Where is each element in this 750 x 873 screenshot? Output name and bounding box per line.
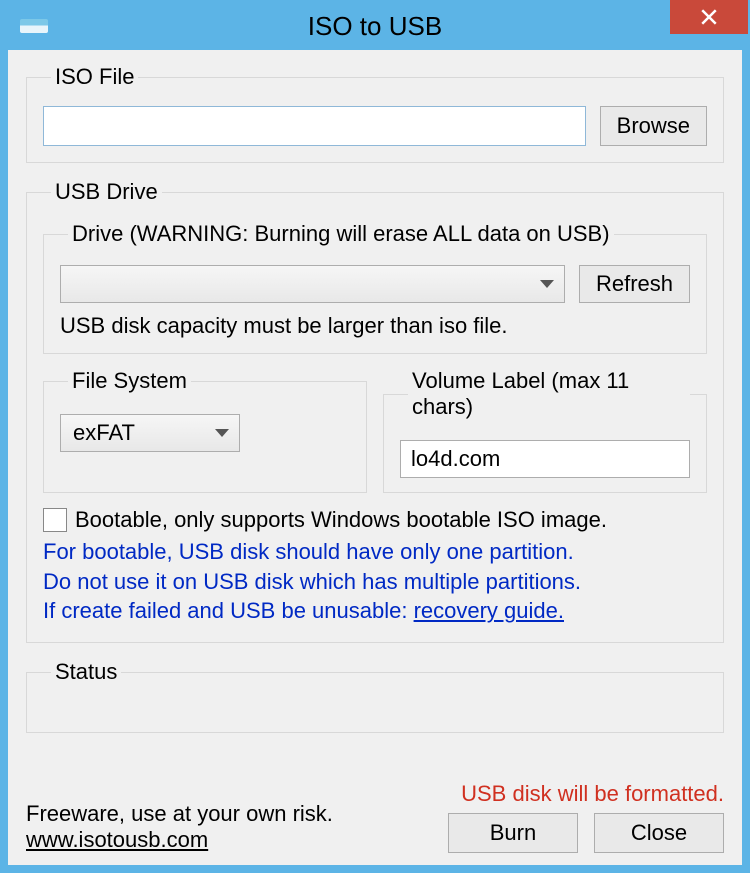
refresh-button[interactable]: Refresh <box>579 265 690 303</box>
client-area: ISO File Browse USB Drive Drive (WARNING… <box>8 50 742 865</box>
app-icon <box>20 19 48 33</box>
bootable-info: For bootable, USB disk should have only … <box>43 537 707 626</box>
bootable-info-line1: For bootable, USB disk should have only … <box>43 537 707 567</box>
bootable-info-line3: If create failed and USB be unusable: re… <box>43 596 707 626</box>
drive-select[interactable] <box>60 265 565 303</box>
close-icon <box>700 8 718 26</box>
format-warning: USB disk will be formatted. <box>448 781 724 807</box>
usb-drive-group: USB Drive Drive (WARNING: Burning will e… <box>26 179 724 643</box>
iso-file-legend: ISO File <box>51 64 138 90</box>
recovery-guide-link[interactable]: recovery guide. <box>414 598 564 623</box>
bootable-checkbox[interactable] <box>43 508 67 532</box>
file-system-value: exFAT <box>73 420 135 446</box>
iso-path-input[interactable] <box>43 106 586 146</box>
window-title: ISO to USB <box>2 11 748 42</box>
volume-label-legend: Volume Label (max 11 chars) <box>408 368 690 420</box>
drive-select-group: Drive (WARNING: Burning will erase ALL d… <box>43 221 707 354</box>
browse-button[interactable]: Browse <box>600 106 707 146</box>
drive-warning-legend: Drive (WARNING: Burning will erase ALL d… <box>68 221 614 247</box>
chevron-down-icon <box>540 280 554 288</box>
window-close-button[interactable] <box>670 0 748 34</box>
freeware-note: Freeware, use at your own risk. www.isot… <box>26 801 333 853</box>
close-button[interactable]: Close <box>594 813 724 853</box>
file-system-legend: File System <box>68 368 191 394</box>
footer: Freeware, use at your own risk. www.isot… <box>26 777 724 853</box>
file-system-select[interactable]: exFAT <box>60 414 240 452</box>
file-system-group: File System exFAT <box>43 368 367 493</box>
status-legend: Status <box>51 659 121 685</box>
volume-label-group: Volume Label (max 11 chars) <box>383 368 707 493</box>
status-group: Status <box>26 659 724 733</box>
bootable-info-line2: Do not use it on USB disk which has mult… <box>43 567 707 597</box>
capacity-note: USB disk capacity must be larger than is… <box>60 313 690 339</box>
app-window: ISO to USB ISO File Browse USB Drive Dri… <box>0 0 750 873</box>
iso-file-group: ISO File Browse <box>26 64 724 163</box>
chevron-down-icon <box>215 429 229 437</box>
volume-label-input[interactable] <box>400 440 690 478</box>
usb-drive-legend: USB Drive <box>51 179 162 205</box>
bootable-label: Bootable, only supports Windows bootable… <box>75 507 607 533</box>
website-link[interactable]: www.isotousb.com <box>26 827 208 852</box>
titlebar[interactable]: ISO to USB <box>2 2 748 50</box>
burn-button[interactable]: Burn <box>448 813 578 853</box>
